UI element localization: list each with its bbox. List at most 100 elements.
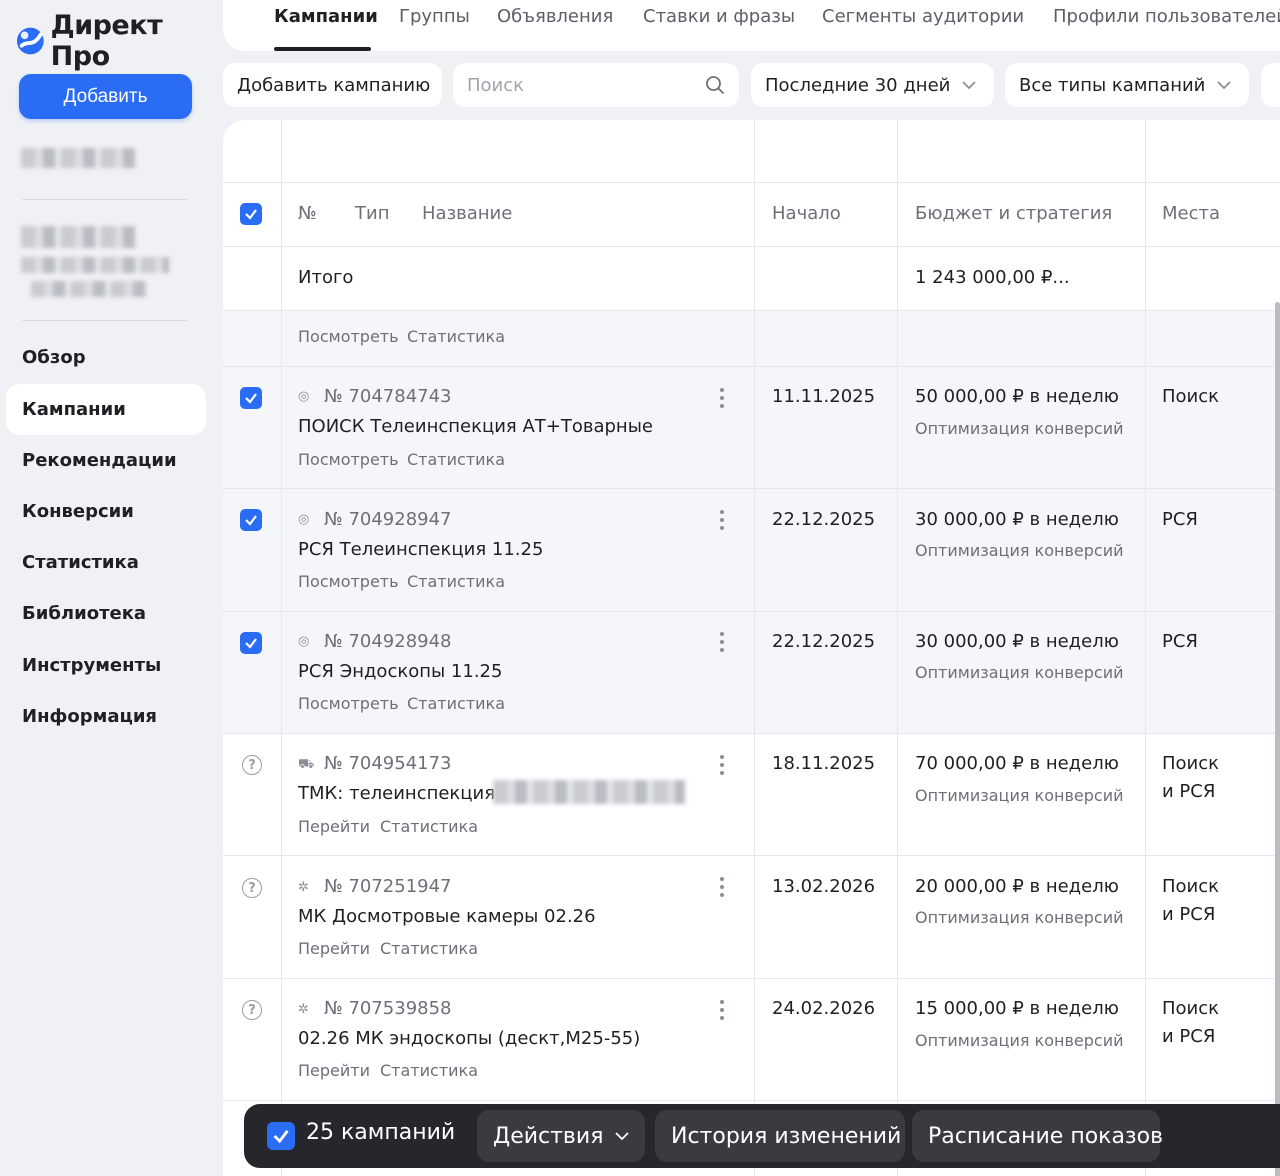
budget[interactable]: 30 000,00 ₽ в неделю [915,631,1119,652]
actions-dropdown[interactable]: Действия [477,1110,645,1162]
header-budget[interactable]: Бюджет и стратегия [915,203,1112,224]
period-select[interactable]: Последние 30 дней [751,63,994,107]
sidebar-item-statistics[interactable]: Статистика [6,537,206,588]
stats-link[interactable]: Статистика [380,939,478,958]
change-history-button[interactable]: История изменений [655,1110,905,1162]
tab-campaigns[interactable]: Кампании [274,6,378,27]
row-menu-icon[interactable] [720,1000,724,1024]
display-schedule-button[interactable]: Расписание показов [912,1110,1163,1162]
go-link[interactable]: Перейти [298,1061,370,1080]
network-campaign-type-icon: ◎ [298,634,310,649]
budget[interactable]: 50 000,00 ₽ в неделю [915,386,1119,407]
places: РСЯ [1162,631,1198,652]
tab-ads[interactable]: Объявления [497,6,613,27]
chevron-down-icon [962,81,976,90]
start-date: 22.12.2025 [772,509,876,530]
places: Поиск [1162,386,1220,407]
campaign-name[interactable]: РСЯ Телеинспекция 11.25 [298,539,543,560]
strategy: Оптимизация конверсий [915,786,1124,805]
sidebar-item-conversions[interactable]: Конверсии [6,486,206,537]
tab-user-profiles[interactable]: Профили пользователей [1053,6,1280,27]
blurred-info [31,281,147,297]
campaign-type-value: Все типы кампаний [1019,74,1206,96]
places-line2: и РСЯ [1162,781,1216,802]
budget[interactable]: 70 000,00 ₽ в неделю [915,753,1119,774]
sidebar-item-recommendations[interactable]: Рекомендации [6,435,206,486]
strategy: Оптимизация конверсий [915,1031,1124,1050]
header-name[interactable]: Название [422,203,512,224]
campaign-number: № 704784743 [324,386,452,407]
view-link[interactable]: Посмотреть [298,694,399,713]
stats-link[interactable]: Статистика [407,694,505,713]
table-scrollbar[interactable] [1275,302,1280,1176]
sidebar-item-library[interactable]: Библиотека [6,588,206,639]
campaign-name[interactable]: 02.26 МК эндоскопы (дескт,М25-55) [298,1028,640,1049]
row-menu-icon[interactable] [720,388,724,412]
budget[interactable]: 30 000,00 ₽ в неделю [915,509,1119,530]
selection-checkbox[interactable] [267,1122,295,1150]
row-checkbox[interactable] [240,509,262,531]
tab-audience-segments[interactable]: Сегменты аудитории [822,6,1024,27]
active-tab-indicator [274,47,371,51]
total-label: Итого [298,267,354,288]
stats-link[interactable]: Статистика [380,817,478,836]
places-line2: и РСЯ [1162,904,1216,925]
strategy: Оптимизация конверсий [915,663,1124,682]
places: Поиск [1162,876,1220,897]
question-icon[interactable]: ? [242,755,262,775]
search-input[interactable]: Поиск [453,63,739,107]
header-type[interactable]: Тип [355,203,389,224]
row-menu-icon[interactable] [720,632,724,656]
header-num[interactable]: № [298,203,317,224]
stats-link[interactable]: Статистика [407,450,505,469]
row-menu-icon[interactable] [720,510,724,534]
campaign-type-select[interactable]: Все типы кампаний [1005,63,1249,107]
search-campaign-type-icon: ◎ [298,389,310,404]
strategy: Оптимизация конверсий [915,908,1124,927]
sidebar-divider [22,320,188,321]
tab-bids[interactable]: Ставки и фразы [643,6,795,27]
more-filter-button[interactable] [1261,63,1280,107]
blurred-info [21,226,135,248]
view-link[interactable]: Посмотреть [298,450,399,469]
checkmark-icon [245,393,257,404]
start-date: 13.02.2026 [772,876,876,897]
go-link[interactable]: Перейти [298,939,370,958]
sidebar-item-campaigns[interactable]: Кампании [6,384,206,435]
row-menu-icon[interactable] [720,755,724,779]
stats-link[interactable]: Статистика [407,572,505,591]
question-icon[interactable]: ? [242,1000,262,1020]
go-link[interactable]: Перейти [298,817,370,836]
campaign-number: № 707251947 [324,876,452,897]
partial-row-view-link[interactable]: Посмотреть [298,327,399,346]
blurred-name-part [493,780,685,804]
add-button[interactable]: Добавить [19,74,192,119]
period-value: Последние 30 дней [765,74,951,96]
campaign-name[interactable]: ТМК: телеинспекция [298,783,495,804]
header-places[interactable]: Места [1162,203,1220,224]
sidebar-item-overview[interactable]: Обзор [6,332,206,383]
row-checkbox[interactable] [240,387,262,409]
campaign-name[interactable]: РСЯ Эндоскопы 11.25 [298,661,502,682]
sidebar-item-tools[interactable]: Инструменты [6,640,206,691]
tab-groups[interactable]: Группы [399,6,470,27]
sidebar-item-information[interactable]: Информация [6,691,206,742]
campaign-name[interactable]: МК Досмотровые камеры 02.26 [298,906,596,927]
cart-campaign-type-icon: ⛟ [298,757,315,772]
add-campaign-button[interactable]: Добавить кампанию [223,63,442,107]
logo[interactable]: Директ Про [16,10,222,72]
view-link[interactable]: Посмотреть [298,572,399,591]
partial-row-stats-link[interactable]: Статистика [407,327,505,346]
sidebar: Директ Про Добавить Обзор Кампании Реком… [0,0,222,1176]
row-checkbox[interactable] [240,632,262,654]
header-start[interactable]: Начало [772,203,841,224]
row-menu-icon[interactable] [720,877,724,901]
campaign-number: № 704928947 [324,509,452,530]
select-all-checkbox[interactable] [240,203,262,225]
direct-logo-icon [16,27,44,55]
budget[interactable]: 15 000,00 ₽ в неделю [915,998,1119,1019]
stats-link[interactable]: Статистика [380,1061,478,1080]
budget[interactable]: 20 000,00 ₽ в неделю [915,876,1119,897]
question-icon[interactable]: ? [242,878,262,898]
campaign-name[interactable]: ПОИСК Телеинспекция АТ+Товарные [298,416,653,437]
